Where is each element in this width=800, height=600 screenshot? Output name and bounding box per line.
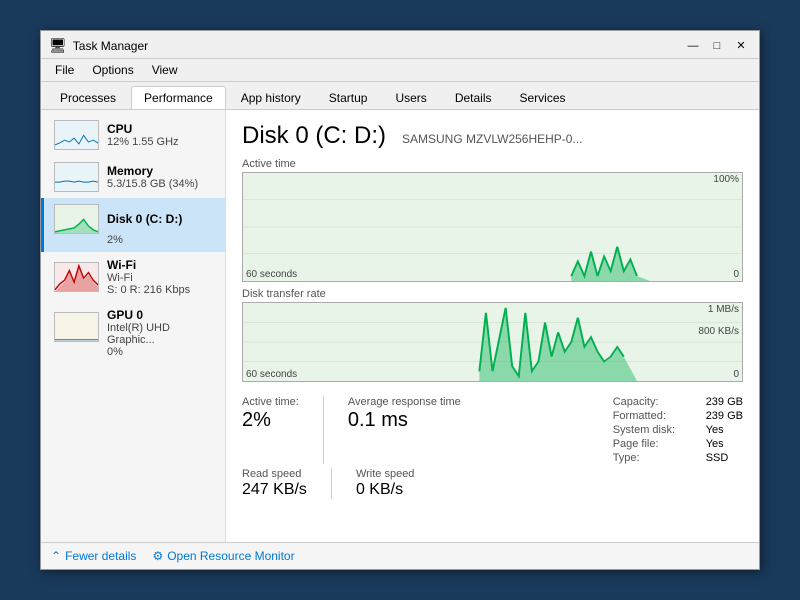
system-disk-value: Yes <box>706 424 724 436</box>
read-speed-stat: Read speed 247 KB/s <box>242 468 307 499</box>
cpu-sub: 12% 1.55 GHz <box>107 136 179 148</box>
gpu-mini-chart <box>54 312 99 342</box>
sidebar-item-gpu0[interactable]: GPU 0 Intel(R) UHD Graphic... 0% <box>41 302 225 364</box>
detail-model: SAMSUNG MZVLW256HEHP-0... <box>402 132 582 146</box>
sidebar: CPU 12% 1.55 GHz Memory <box>41 110 226 542</box>
active-time-stat: Active time: 2% <box>242 396 299 432</box>
gpu-pct: 0% <box>54 346 215 358</box>
sidebar-item-wifi[interactable]: Wi-Fi Wi-Fi S: 0 R: 216 Kbps <box>41 252 225 302</box>
stat-divider-2 <box>331 468 332 499</box>
detail-panel: Disk 0 (C: D:) SAMSUNG MZVLW256HEHP-0...… <box>226 110 759 542</box>
detail-title: Disk 0 (C: D:) <box>242 122 386 150</box>
transfer-rate-section: Disk transfer rate 1 MB/s 800 KB/s 0 60 … <box>242 288 743 382</box>
capacity-value: 239 GB <box>706 396 743 408</box>
active-time-section: Active time 100% 0 60 seconds <box>242 158 743 282</box>
disk-label: Disk 0 (C: D:) <box>107 212 182 226</box>
window-title: Task Manager <box>73 39 148 53</box>
tab-services[interactable]: Services <box>507 86 579 109</box>
gpu-sub: Intel(R) UHD Graphic... <box>107 322 215 346</box>
page-file-label: Page file: <box>613 438 698 450</box>
tab-app-history[interactable]: App history <box>228 86 314 109</box>
fewer-details-label: Fewer details <box>65 549 136 563</box>
wifi-label: Wi-Fi <box>107 258 190 272</box>
task-manager-window: 🖥 Task Manager — □ ✕ File Options View P… <box>40 30 760 570</box>
active-time-chart: 100% 0 60 seconds <box>242 172 743 282</box>
avg-response-stat: Average response time 0.1 ms <box>348 396 461 432</box>
wifi-sub: Wi-Fi <box>107 272 190 284</box>
detail-header: Disk 0 (C: D:) SAMSUNG MZVLW256HEHP-0... <box>242 122 743 150</box>
sidebar-item-cpu[interactable]: CPU 12% 1.55 GHz <box>41 114 225 156</box>
type-value: SSD <box>706 452 729 464</box>
active-time-stat-value: 2% <box>242 408 299 432</box>
fewer-details-button[interactable]: ⌃ Fewer details <box>51 549 136 563</box>
transfer-rate-label: Disk transfer rate <box>242 288 743 300</box>
write-speed-stat: Write speed 0 KB/s <box>356 468 415 499</box>
menu-options[interactable]: Options <box>84 61 141 79</box>
monitor-icon: ⚙ <box>152 549 163 563</box>
write-speed-value: 0 KB/s <box>356 480 415 499</box>
tab-bar: Processes Performance App history Startu… <box>41 82 759 110</box>
menu-bar: File Options View <box>41 59 759 82</box>
memory-sub: 5.3/15.8 GB (34%) <box>107 178 198 190</box>
formatted-label: Formatted: <box>613 410 698 422</box>
tab-startup[interactable]: Startup <box>316 86 381 109</box>
open-monitor-label: Open Resource Monitor <box>167 549 294 563</box>
memory-mini-chart <box>54 162 99 192</box>
disk-pct: 2% <box>54 234 215 246</box>
close-button[interactable]: ✕ <box>731 38 751 54</box>
stat-divider-1 <box>323 396 324 464</box>
active-time-stat-label: Active time: <box>242 396 299 408</box>
fewer-details-icon: ⌃ <box>51 549 61 563</box>
type-label: Type: <box>613 452 698 464</box>
main-content: CPU 12% 1.55 GHz Memory <box>41 110 759 542</box>
app-icon: 🖥 <box>49 37 67 54</box>
title-controls: — □ ✕ <box>683 38 751 54</box>
avg-response-label: Average response time <box>348 396 461 408</box>
read-speed-label: Read speed <box>242 468 307 480</box>
wifi-sub2: S: 0 R: 216 Kbps <box>107 284 190 296</box>
title-bar-left: 🖥 Task Manager <box>49 37 148 54</box>
active-time-label: Active time <box>242 158 743 170</box>
gpu-label: GPU 0 <box>107 308 215 322</box>
footer: ⌃ Fewer details ⚙ Open Resource Monitor <box>41 542 759 569</box>
capacity-label: Capacity: <box>613 396 698 408</box>
cpu-mini-chart <box>54 120 99 150</box>
tab-performance[interactable]: Performance <box>131 86 226 109</box>
page-file-value: Yes <box>706 438 724 450</box>
tab-processes[interactable]: Processes <box>47 86 129 109</box>
transfer-rate-chart: 1 MB/s 800 KB/s 0 60 seconds <box>242 302 743 382</box>
maximize-button[interactable]: □ <box>707 38 727 54</box>
speed-row: Read speed 247 KB/s Write speed 0 KB/s <box>242 468 743 499</box>
capacity-stats: Capacity: 239 GB Formatted: 239 GB Syste… <box>613 396 743 464</box>
read-speed-value: 247 KB/s <box>242 480 307 499</box>
tab-users[interactable]: Users <box>382 86 439 109</box>
write-speed-label: Write speed <box>356 468 415 480</box>
avg-response-value: 0.1 ms <box>348 408 461 432</box>
tab-details[interactable]: Details <box>442 86 505 109</box>
menu-file[interactable]: File <box>47 61 82 79</box>
memory-label: Memory <box>107 164 198 178</box>
menu-view[interactable]: View <box>144 61 186 79</box>
wifi-mini-chart <box>54 262 99 292</box>
open-resource-monitor-button[interactable]: ⚙ Open Resource Monitor <box>152 549 294 563</box>
stats-row: Active time: 2% Average response time 0.… <box>242 396 743 464</box>
system-disk-label: System disk: <box>613 424 698 436</box>
formatted-value: 239 GB <box>706 410 743 422</box>
sidebar-item-memory[interactable]: Memory 5.3/15.8 GB (34%) <box>41 156 225 198</box>
cpu-label: CPU <box>107 122 179 136</box>
minimize-button[interactable]: — <box>683 38 703 54</box>
title-bar: 🖥 Task Manager — □ ✕ <box>41 31 759 59</box>
sidebar-item-disk0[interactable]: Disk 0 (C: D:) 2% <box>41 198 225 252</box>
disk-mini-chart <box>54 204 99 234</box>
